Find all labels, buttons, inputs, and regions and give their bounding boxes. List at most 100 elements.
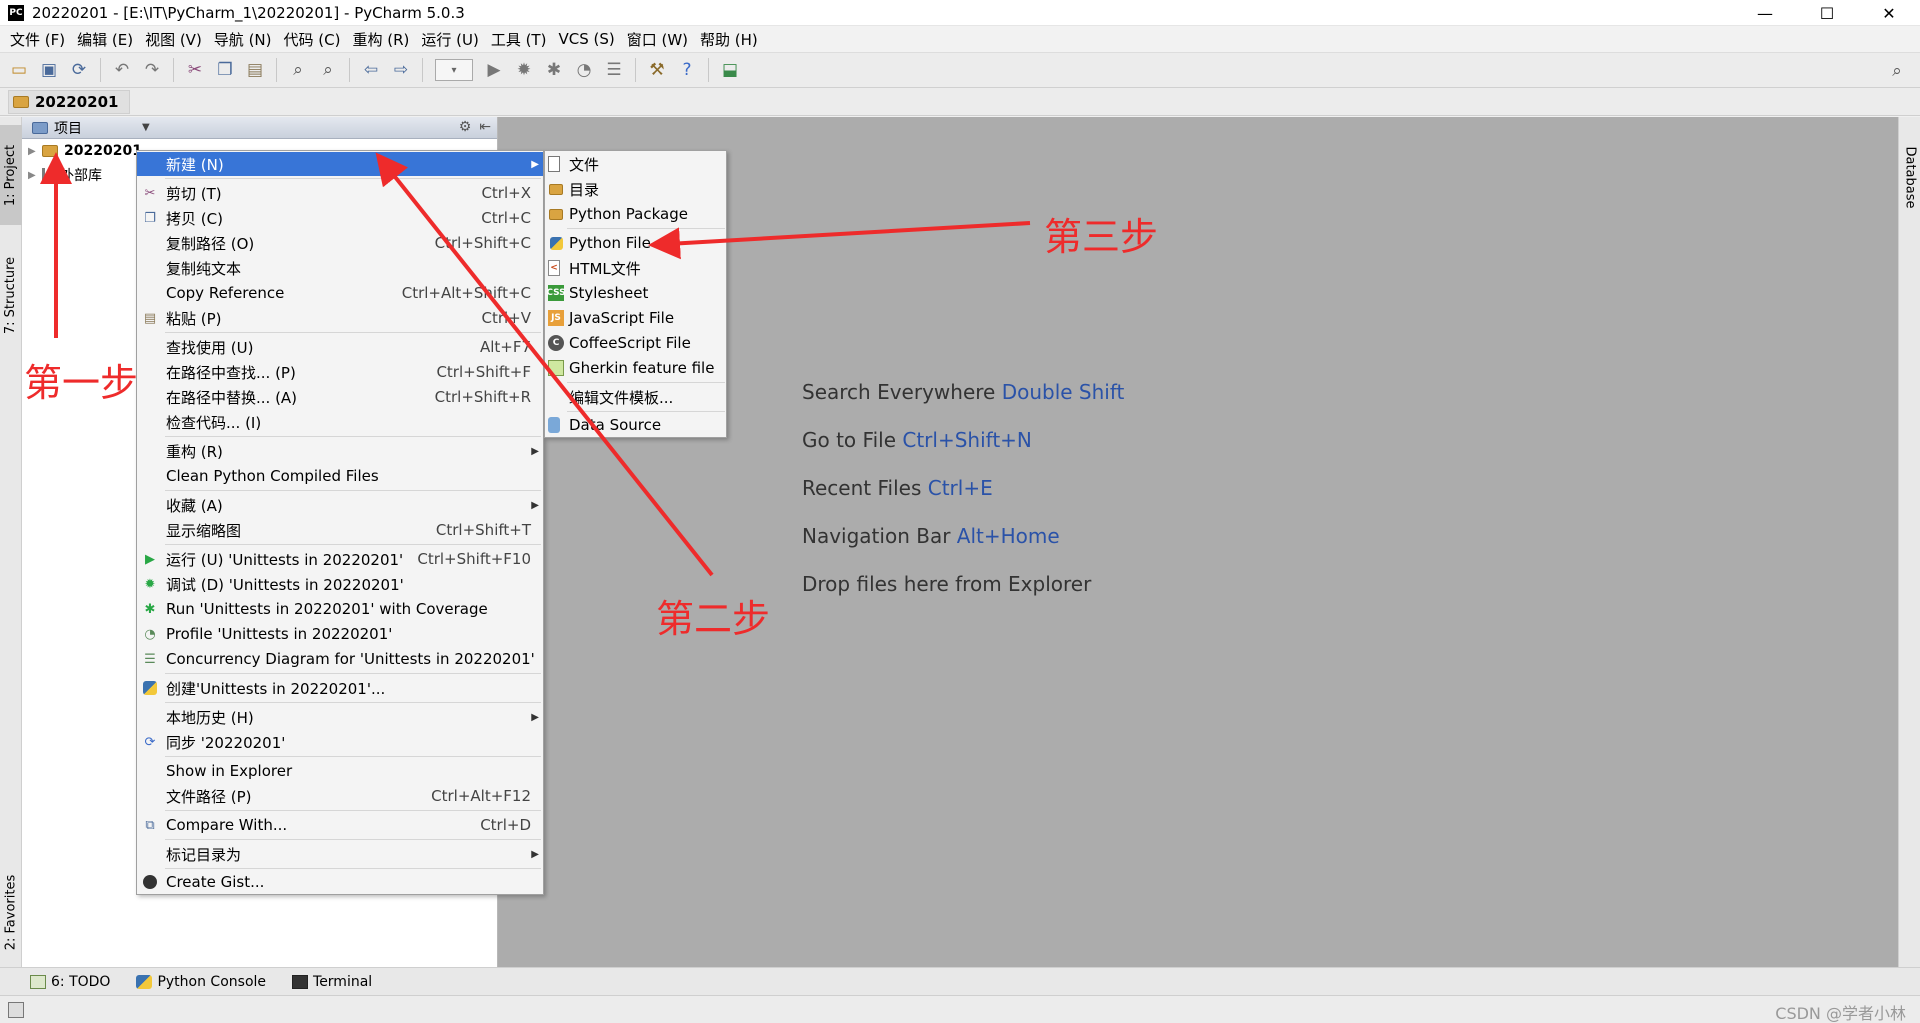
menu-item-copy-plain-text[interactable]: 复制纯文本	[137, 256, 543, 280]
submenu-item-file[interactable]: 文件	[545, 152, 726, 176]
tool-tab-structure[interactable]: 7: Structure	[0, 235, 22, 355]
menu-vcs[interactable]: VCS (S)	[552, 30, 620, 48]
menu-item-find-usages[interactable]: 查找使用 (U) Alt+F7	[137, 335, 543, 359]
menu-item-copy-reference[interactable]: Copy Reference Ctrl+Alt+Shift+C	[137, 281, 543, 305]
search-everywhere-icon[interactable]: ⌕	[1884, 58, 1910, 84]
menu-item-replace-in-path[interactable]: 在路径中替换... (A) Ctrl+Shift+R	[137, 385, 543, 409]
help-icon[interactable]: ?	[674, 57, 700, 83]
hint-shortcut: Alt+Home	[956, 524, 1060, 548]
menu-item-create-gist[interactable]: Create Gist...	[137, 870, 543, 894]
gear-icon[interactable]: ⚙	[459, 119, 472, 135]
expand-arrow-icon[interactable]: ▶	[28, 170, 42, 181]
forward-icon[interactable]: ⇨	[388, 57, 414, 83]
menu-help[interactable]: 帮助 (H)	[694, 29, 764, 50]
sdk-manager-icon[interactable]: ⬓	[717, 57, 743, 83]
breadcrumb-project[interactable]: 20220201	[8, 89, 130, 114]
menu-item-local-history[interactable]: 本地历史 (H) ▶	[137, 705, 543, 729]
concurrency-icon[interactable]: ☰	[601, 57, 627, 83]
menu-item-run[interactable]: ▶ 运行 (U) 'Unittests in 20220201' Ctrl+Shif…	[137, 547, 543, 571]
copy-icon[interactable]: ❐	[212, 57, 238, 83]
back-icon[interactable]: ⇦	[358, 57, 384, 83]
menu-item-favorites[interactable]: 收藏 (A) ▶	[137, 493, 543, 517]
submenu-item-edit-templates[interactable]: 编辑文件模板...	[545, 385, 726, 409]
submenu-item-coffeescript-file[interactable]: C CoffeeScript File	[545, 331, 726, 355]
menu-item-copy-path[interactable]: 复制路径 (O) Ctrl+Shift+C	[137, 231, 543, 255]
replace-icon[interactable]: ⌕	[315, 57, 341, 83]
menu-view[interactable]: 视图 (V)	[139, 29, 208, 50]
menu-item-concurrency[interactable]: ☰ Concurrency Diagram for 'Unittests in 2…	[137, 647, 543, 671]
menu-item-inspect-code[interactable]: 检查代码... (I)	[137, 410, 543, 434]
undo-icon[interactable]: ↶	[109, 57, 135, 83]
menu-item-refactor[interactable]: 重构 (R) ▶	[137, 439, 543, 463]
synchronize-icon[interactable]: ⟳	[66, 57, 92, 83]
menu-file[interactable]: 文件 (F)	[4, 29, 71, 50]
right-tool-strip: Database	[1898, 117, 1920, 967]
tool-tab-python-console[interactable]: Python Console	[136, 974, 266, 990]
submenu-item-data-source[interactable]: Data Source	[545, 413, 726, 437]
menu-item-copy[interactable]: ❐ 拷贝 (C) Ctrl+C	[137, 206, 543, 230]
menu-window[interactable]: 窗口 (W)	[621, 29, 694, 50]
submenu-arrow-icon: ▶	[531, 711, 539, 723]
menu-separator	[165, 868, 541, 869]
menu-edit[interactable]: 编辑 (E)	[71, 29, 139, 50]
submenu-item-javascript-file[interactable]: JS JavaScript File	[545, 306, 726, 330]
menu-run[interactable]: 运行 (U)	[415, 29, 484, 50]
menu-item-file-path[interactable]: 文件路径 (P) Ctrl+Alt+F12	[137, 784, 543, 808]
menu-refactor[interactable]: 重构 (R)	[346, 29, 415, 50]
menu-item-create-config[interactable]: 创建'Unittests in 20220201'...	[137, 676, 543, 700]
run-icon[interactable]: ▶	[481, 57, 507, 83]
tool-tab-label: 7: Structure	[3, 256, 19, 334]
menu-item-clean-compiled[interactable]: Clean Python Compiled Files	[137, 464, 543, 488]
menu-tools[interactable]: 工具 (T)	[485, 29, 553, 50]
toggle-tool-windows-icon[interactable]	[8, 1002, 24, 1018]
run-coverage-icon[interactable]: ✱	[541, 57, 567, 83]
submenu-item-stylesheet[interactable]: CSS Stylesheet	[545, 281, 726, 305]
menu-item-paste[interactable]: ▤ 粘贴 (P) Ctrl+V	[137, 306, 543, 330]
menu-item-thumbnails[interactable]: 显示缩略图 Ctrl+Shift+T	[137, 518, 543, 542]
menu-bar: 文件 (F) 编辑 (E) 视图 (V) 导航 (N) 代码 (C) 重构 (R…	[0, 26, 1920, 52]
tool-tab-database[interactable]: Database	[1899, 127, 1920, 227]
menu-item-cut[interactable]: ✂ 剪切 (T) Ctrl+X	[137, 181, 543, 205]
submenu-item-python-file[interactable]: Python File	[545, 231, 726, 255]
find-icon[interactable]: ⌕	[285, 57, 311, 83]
paste-icon[interactable]: ▤	[242, 57, 268, 83]
folder-icon	[548, 181, 564, 197]
profile-icon[interactable]: ◔	[571, 57, 597, 83]
toolbar-separator	[173, 58, 174, 82]
debug-icon[interactable]: ✹	[511, 57, 537, 83]
menu-item-debug[interactable]: ✹ 调试 (D) 'Unittests in 20220201'	[137, 572, 543, 596]
tool-tab-todo[interactable]: 6: TODO	[30, 974, 110, 990]
menu-navigate[interactable]: 导航 (N)	[208, 29, 278, 50]
minimize-button[interactable]: —	[1734, 0, 1796, 26]
submenu-item-html-file[interactable]: < HTML文件	[545, 256, 726, 280]
close-button[interactable]: ✕	[1858, 0, 1920, 26]
hide-panel-icon[interactable]: ⇤	[479, 119, 491, 135]
menu-item-mark-directory[interactable]: 标记目录为 ▶	[137, 842, 543, 866]
expand-arrow-icon[interactable]: ▶	[28, 146, 42, 157]
scissors-icon: ✂	[144, 185, 156, 201]
run-configuration-dropdown[interactable]: ▾	[435, 59, 473, 81]
tool-tab-project[interactable]: 1: Project	[0, 125, 22, 225]
cut-icon[interactable]: ✂	[182, 57, 208, 83]
menu-item-compare-with[interactable]: ⧉ Compare With... Ctrl+D	[137, 813, 543, 837]
redo-icon[interactable]: ↷	[139, 57, 165, 83]
chevron-down-icon[interactable]: ▼	[142, 122, 150, 133]
menu-item-run-coverage[interactable]: ✱ Run 'Unittests in 20220201' with Covera…	[137, 597, 543, 621]
submenu-item-gherkin-file[interactable]: Gherkin feature file	[545, 356, 726, 380]
menu-item-new[interactable]: 新建 (N) ▶	[137, 152, 543, 176]
tool-tab-favorites[interactable]: 2: Favorites	[0, 857, 22, 967]
menu-item-find-in-path[interactable]: 在路径中查找... (P) Ctrl+Shift+F	[137, 360, 543, 384]
tool-tab-terminal[interactable]: Terminal	[292, 974, 372, 990]
menu-item-show-in-explorer[interactable]: Show in Explorer	[137, 759, 543, 783]
maximize-button[interactable]: ☐	[1796, 0, 1858, 26]
submenu-item-python-package[interactable]: Python Package	[545, 202, 726, 226]
menu-code[interactable]: 代码 (C)	[278, 29, 347, 50]
open-folder-icon[interactable]: ▭	[6, 57, 32, 83]
settings-icon[interactable]: ⚒	[644, 57, 670, 83]
menu-item-profile[interactable]: ◔ Profile 'Unittests in 20220201'	[137, 622, 543, 646]
save-all-icon[interactable]: ▣	[36, 57, 62, 83]
python-icon	[141, 679, 159, 697]
menu-item-synchronize[interactable]: ⟳ 同步 '20220201'	[137, 730, 543, 754]
submenu-item-directory[interactable]: 目录	[545, 177, 726, 201]
project-view-label[interactable]: 项目	[54, 118, 82, 138]
